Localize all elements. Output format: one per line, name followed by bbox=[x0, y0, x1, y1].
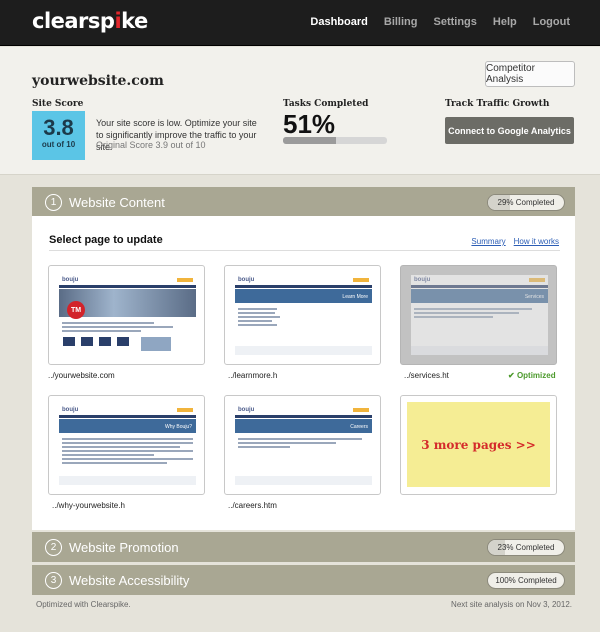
section-website-content[interactable]: 1 Website Content 29% Completed bbox=[32, 187, 575, 217]
panel-links: Summary How it works bbox=[471, 237, 559, 246]
section-number: 1 bbox=[45, 194, 62, 211]
select-page-heading: Select page to update bbox=[49, 234, 163, 246]
site-name: yourwebsite.com bbox=[32, 73, 164, 89]
nav-help[interactable]: Help bbox=[493, 16, 517, 28]
page-preview: bouju Careers bbox=[235, 405, 372, 485]
section-website-accessibility[interactable]: 3 Website Accessibility 100% Completed bbox=[32, 565, 575, 595]
nav-settings[interactable]: Settings bbox=[433, 16, 476, 28]
tasks-completed-label: Tasks Completed bbox=[283, 99, 369, 109]
page-thumbnail[interactable]: bouju Why Bouju? bbox=[48, 395, 205, 495]
preview-brand: bouju bbox=[238, 276, 255, 283]
clearspike-logo[interactable]: clearspike bbox=[32, 9, 148, 33]
tasks-progress-fill bbox=[283, 137, 337, 144]
site-score-value: 3.8 bbox=[43, 115, 74, 140]
pill-label: 23% Completed bbox=[497, 543, 555, 552]
section-number: 2 bbox=[45, 539, 62, 556]
page-thumbnail[interactable]: bouju Learn More bbox=[224, 265, 381, 365]
section-status-pill: 23% Completed bbox=[487, 539, 565, 556]
section-title: Website Content bbox=[69, 195, 165, 210]
page-thumbnail[interactable]: bouju Careers bbox=[224, 395, 381, 495]
original-score: Original Score 3.9 out of 10 bbox=[96, 140, 206, 150]
how-it-works-link[interactable]: How it works bbox=[514, 237, 559, 246]
section-status-pill: 100% Completed bbox=[487, 572, 565, 589]
site-score-label: Site Score bbox=[32, 99, 84, 109]
check-icon: ✔ bbox=[508, 371, 515, 380]
page-caption[interactable]: ../careers.htm bbox=[228, 501, 277, 510]
tasks-completed-value: 51% bbox=[283, 109, 336, 139]
site-score-badge: 3.8 out of 10 bbox=[32, 111, 85, 160]
preview-brand: bouju bbox=[62, 276, 79, 283]
section-website-promotion[interactable]: 2 Website Promotion 23% Completed bbox=[32, 532, 575, 562]
page-preview: bouju Services bbox=[411, 275, 548, 355]
pill-label: 100% Completed bbox=[495, 576, 557, 585]
preview-brand: bouju bbox=[238, 406, 255, 413]
page-caption[interactable]: ../services.ht bbox=[404, 371, 449, 380]
main-nav: Dashboard Billing Settings Help Logout bbox=[310, 16, 570, 28]
divider bbox=[49, 250, 560, 251]
nav-dashboard[interactable]: Dashboard bbox=[310, 16, 367, 28]
tasks-progress-bar bbox=[283, 137, 387, 144]
page-caption[interactable]: ../learnmore.h bbox=[228, 371, 277, 380]
page-preview: bouju TM bbox=[59, 275, 196, 355]
connect-google-analytics-button[interactable]: Connect to Google Analytics bbox=[445, 117, 574, 144]
page-preview: bouju Why Bouju? bbox=[59, 405, 196, 485]
page-caption[interactable]: ../why-yourwebsite.h bbox=[52, 501, 125, 510]
site-score-scale: out of 10 bbox=[41, 140, 76, 149]
footer-next-analysis: Next site analysis on Nov 3, 2012. bbox=[451, 600, 572, 609]
more-pages-link[interactable]: 3 more pages >> bbox=[407, 402, 550, 487]
page-preview: bouju Learn More bbox=[235, 275, 372, 355]
track-traffic-label: Track Traffic Growth bbox=[445, 99, 550, 109]
preview-brand: bouju bbox=[62, 406, 79, 413]
page-thumbnail[interactable]: bouju TM bbox=[48, 265, 205, 365]
preview-brand: bouju bbox=[414, 276, 431, 283]
optimized-status: ✔ Optimized bbox=[508, 371, 556, 380]
summary-link[interactable]: Summary bbox=[471, 237, 505, 246]
nav-billing[interactable]: Billing bbox=[384, 16, 418, 28]
logo-text-end: ke bbox=[121, 9, 148, 33]
footer-credit: Optimized with Clearspike. bbox=[36, 600, 131, 609]
logo-text: clearsp bbox=[32, 9, 115, 33]
top-navigation-bar: clearspike Dashboard Billing Settings He… bbox=[0, 0, 600, 46]
section-title: Website Promotion bbox=[69, 540, 179, 555]
section-status-pill: 29% Completed bbox=[487, 194, 565, 211]
site-summary-header: yourwebsite.com Competitor Analysis Site… bbox=[0, 47, 600, 175]
page-thumbnail-optimized[interactable]: bouju Services bbox=[400, 265, 557, 365]
section-number: 3 bbox=[45, 572, 62, 589]
page-caption[interactable]: ../yourwebsite.com bbox=[48, 371, 115, 380]
competitor-analysis-button[interactable]: Competitor Analysis bbox=[485, 61, 575, 87]
section-title: Website Accessibility bbox=[69, 573, 190, 588]
optimized-label: Optimized bbox=[516, 371, 556, 380]
nav-logout[interactable]: Logout bbox=[533, 16, 570, 28]
pill-label: 29% Completed bbox=[497, 198, 555, 207]
